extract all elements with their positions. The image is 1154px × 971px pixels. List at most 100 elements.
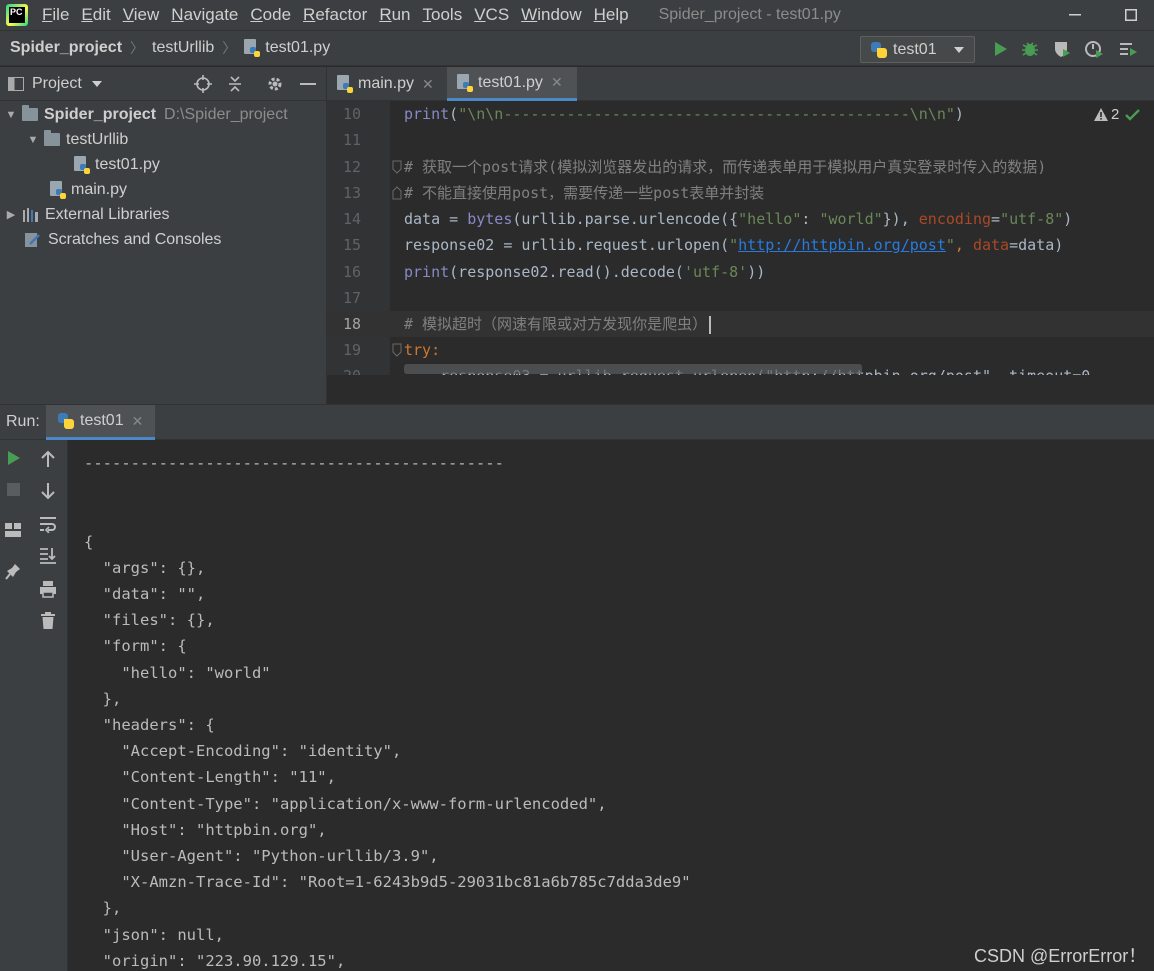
fold-marker-icon[interactable] (392, 160, 402, 174)
pycharm-logo-icon: PC (6, 4, 28, 26)
editor-bottom-area (327, 375, 1154, 404)
locate-icon[interactable] (194, 75, 212, 93)
menu-run[interactable]: Run (373, 0, 416, 30)
close-icon[interactable]: ✕ (132, 413, 144, 430)
scroll-to-end-icon[interactable] (39, 546, 57, 564)
menu-edit[interactable]: Edit (75, 0, 116, 30)
python-icon (871, 41, 887, 58)
tree-item-test01-py[interactable]: test01.py (74, 152, 160, 177)
console-line: "data": "", (84, 585, 206, 603)
run-icon[interactable] (990, 39, 1010, 59)
scratches-icon (25, 232, 40, 247)
pin-icon[interactable] (5, 563, 21, 581)
breadcrumb-folder[interactable]: testUrllib (152, 39, 214, 57)
console-line: "form": { (84, 637, 187, 656)
project-view-select[interactable]: Project (32, 75, 82, 93)
menu-window[interactable]: Window (515, 0, 587, 30)
folder-icon (22, 105, 38, 121)
breadcrumb-separator-icon: 〉 (222, 40, 237, 56)
python-icon (58, 413, 74, 429)
tree-item-external-libraries[interactable]: ▶ External Libraries (4, 202, 170, 227)
python-file-icon (50, 180, 66, 199)
console-line: "User-Agent": "Python-urllib/3.9", (84, 847, 439, 865)
console-line: "files": {}, (84, 611, 215, 630)
line-number: 10 (342, 105, 362, 123)
close-icon[interactable]: ✕ (422, 76, 434, 93)
layout-icon[interactable] (4, 522, 22, 538)
run-tab-test01[interactable]: test01 ✕ (46, 405, 156, 440)
tree-item-main-py[interactable]: main.py (50, 177, 127, 202)
arrow-up-icon[interactable] (40, 450, 56, 468)
tree-item-scratches[interactable]: Scratches and Consoles (24, 227, 221, 252)
run-more-icon[interactable] (1118, 39, 1138, 59)
console-line: ----------------------------------------… (84, 454, 504, 472)
close-icon[interactable]: ✕ (551, 74, 563, 91)
menu-code[interactable]: Code (244, 0, 297, 30)
menu-file[interactable]: File (36, 0, 75, 30)
maximize-icon (1125, 9, 1137, 21)
collapse-all-icon[interactable] (226, 75, 244, 93)
tree-item-testurllib[interactable]: ▼ testUrllib (26, 127, 128, 152)
breadcrumb-project[interactable]: Spider_project (10, 39, 122, 57)
menu-view[interactable]: View (117, 0, 166, 30)
breadcrumb-file[interactable]: test01.py (244, 39, 330, 57)
gear-icon[interactable] (266, 75, 284, 93)
line-number: 17 (342, 289, 362, 307)
fold-marker-icon[interactable] (392, 186, 402, 200)
minimize-icon (1069, 14, 1081, 16)
code-line-19[interactable]: try: (404, 337, 440, 363)
editor-tabs: main.py ✕ test01.py ✕ (327, 67, 1154, 101)
run-label: Run: (6, 413, 40, 430)
chevron-down-icon[interactable] (91, 80, 102, 87)
project-panel-header: Project (0, 67, 326, 101)
code-line-13[interactable]: # 不能直接使用post，需要传递一些post表单并封装 (404, 180, 764, 206)
rerun-icon[interactable] (6, 450, 22, 466)
chevron-down-icon[interactable]: ▼ (4, 109, 18, 121)
chevron-down-icon[interactable]: ▼ (26, 134, 40, 146)
chevron-right-icon[interactable]: ▶ (4, 208, 18, 221)
soft-wrap-icon[interactable] (39, 515, 57, 533)
python-file-icon (74, 155, 90, 174)
coverage-icon[interactable] (1052, 39, 1072, 59)
menu-tools[interactable]: Tools (417, 0, 469, 30)
menu-help[interactable]: Help (588, 0, 635, 30)
code-line-18[interactable]: # 模拟超时（网速有限或对方发现你是爬虫） (404, 311, 712, 337)
minimize-button[interactable] (1052, 0, 1098, 30)
watermark: CSDN @ErrorError！ (974, 946, 1147, 966)
code-line-12[interactable]: # 获取一个post请求(模拟浏览器发出的请求，而传递表单用于模拟用户真实登录时… (404, 154, 1046, 180)
tab-main-py[interactable]: main.py ✕ (327, 67, 445, 101)
tree-item-spider-project[interactable]: ▼ Spider_project D:\Spider_project (4, 102, 288, 127)
print-icon[interactable] (39, 580, 57, 598)
line-number: 12 (342, 158, 362, 176)
fold-marker-icon[interactable] (392, 343, 402, 357)
menu-refactor[interactable]: Refactor (297, 0, 373, 30)
code-line-15[interactable]: response02 = urllib.request.urlopen("htt… (404, 232, 1063, 258)
stop-icon[interactable] (7, 483, 21, 497)
maximize-button[interactable] (1108, 0, 1154, 30)
arrow-down-icon[interactable] (40, 482, 56, 500)
code-line-16[interactable]: print(response02.read().decode('utf-8')) (404, 259, 765, 285)
run-configuration-select[interactable]: test01 (860, 36, 975, 63)
console-line: "json": null, (84, 925, 224, 944)
hide-panel-icon[interactable] (300, 83, 316, 85)
console-line: "Host": "httpbin.org", (84, 820, 327, 839)
menu-navigate[interactable]: Navigate (165, 0, 244, 30)
chevron-down-icon (954, 47, 964, 53)
line-number: 19 (342, 341, 362, 359)
console-line: "args": {}, (84, 558, 206, 577)
horizontal-scrollbar[interactable] (404, 364, 862, 374)
tab-test01-py[interactable]: test01.py ✕ (447, 67, 577, 101)
code-line-14[interactable]: data = bytes(urllib.parse.urlencode({"he… (404, 206, 1072, 232)
warning-icon (1094, 108, 1108, 121)
trash-icon[interactable] (40, 612, 56, 630)
inspection-widget[interactable]: 2 (1094, 106, 1141, 123)
check-icon (1125, 108, 1141, 121)
python-file-icon (244, 39, 261, 57)
code-line-10[interactable]: print("\n\n-----------------------------… (404, 101, 964, 127)
debug-icon[interactable] (1020, 39, 1040, 59)
window-title: Spider_project - test01.py (658, 6, 841, 23)
menu-vcs[interactable]: VCS (468, 0, 515, 30)
run-panel-header: Run: test01 ✕ (0, 404, 1154, 440)
menu-items: File Edit View Navigate Code Refactor Run Tools… (36, 0, 635, 30)
profile-icon[interactable] (1084, 39, 1104, 59)
